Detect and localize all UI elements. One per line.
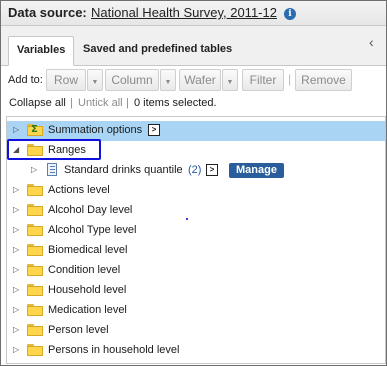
tree-item-label[interactable]: Alcohol Type level [48,224,136,236]
tree-item-label[interactable]: Persons in household level [48,344,179,356]
panel-edge [385,116,386,364]
folder-icon [27,244,43,256]
stray-dot [186,218,188,220]
expand-arrow-icon[interactable]: ▷ [13,245,19,254]
tree-item-label[interactable]: Standard drinks quantile [64,164,183,176]
folder-icon [27,264,43,276]
expand-arrow-icon[interactable]: ▷ [13,265,19,274]
tab-bar: Variables Saved and predefined tables ‹ [1,26,386,66]
data-source-bar: Data source: National Health Survey, 201… [1,1,386,26]
tree-item-label[interactable]: Household level [48,284,126,296]
chevron-down-icon: ▼ [226,79,234,86]
filter-button-label: Filter [249,73,277,87]
untick-all-link[interactable]: Untick all [78,97,123,109]
chevron-down-icon: ▼ [164,79,172,86]
add-wafer-button-label: Wafer [184,73,216,87]
item-count: (2) [188,164,202,176]
expand-arrow-icon[interactable]: ▷ [13,125,19,134]
tree-item-label[interactable]: Actions level [48,184,110,196]
wafer-dropdown-button[interactable]: ▼ [222,69,238,91]
expand-arrow-icon[interactable]: ▷ [13,205,19,214]
tree-item-folder[interactable]: ▷ Alcohol Day level [7,201,385,221]
items-selected-count: 0 items selected. [134,97,217,109]
tree-item-summation-options[interactable]: ▷ Σ Summation options > [7,121,385,141]
folder-icon [27,344,43,356]
expand-arrow-icon[interactable]: ▷ [13,345,19,354]
tree-item-folder[interactable]: ▷ Actions level [7,181,385,201]
add-row-button[interactable]: Row [46,69,86,91]
expand-arrow-icon[interactable]: ▷ [13,325,19,334]
tree-item-folder[interactable]: ▷ Alcohol Type level [7,221,385,241]
expand-arrow-icon[interactable]: ▷ [13,305,19,314]
tree-item-folder[interactable]: ▷ Persons in household level [7,341,385,361]
tree-item-label[interactable]: Summation options [48,124,142,136]
range-document-icon [47,163,57,176]
expand-arrow-icon[interactable]: ▷ [31,165,37,174]
info-icon[interactable]: i [284,8,296,20]
expand-arrow-icon[interactable]: ▷ [13,225,19,234]
tree-item-label[interactable]: Biomedical level [48,244,127,256]
tab-variables[interactable]: Variables [8,36,75,66]
folder-icon [27,224,43,236]
manage-button[interactable]: Manage [229,163,284,178]
options-separator: | [126,97,129,109]
collapse-panel-icon[interactable]: ‹ [369,34,374,50]
folder-icon [27,324,43,336]
add-column-button[interactable]: Column [105,69,159,91]
tree-options-row: Collapse all | Untick all | 0 items sele… [1,95,386,113]
data-source-label: Data source: [8,5,87,20]
add-wafer-button[interactable]: Wafer [179,69,221,91]
remove-button-label: Remove [301,73,346,87]
add-to-toolbar: Add to: Row ▼ Column ▼ Wafer ▼ Filter | … [1,67,386,95]
expand-arrow-icon[interactable]: ▷ [13,185,19,194]
add-to-label: Add to: [8,74,43,86]
tree-item-folder[interactable]: ▷ Medication level [7,301,385,321]
folder-icon [27,184,43,196]
tree-item-folder[interactable]: ▷ Person level [7,321,385,341]
chevron-right-icon[interactable]: > [148,124,160,136]
toolbar-separator: | [288,72,292,86]
data-source-link[interactable]: National Health Survey, 2011-12 [91,5,277,20]
row-dropdown-button[interactable]: ▼ [87,69,103,91]
chevron-right-icon[interactable]: > [206,164,218,176]
tree-item-label[interactable]: Alcohol Day level [48,204,132,216]
variables-panel: Data source: National Health Survey, 201… [0,0,387,366]
tree-item-folder[interactable]: ▷ Household level [7,281,385,301]
collapse-all-link[interactable]: Collapse all [9,97,66,109]
summation-folder-icon: Σ [27,124,43,136]
tree-item-standard-drinks-quantile[interactable]: ▷ Standard drinks quantile (2) > Manage [7,161,385,181]
add-row-button-label: Row [53,73,78,87]
expand-arrow-icon[interactable]: ▷ [13,285,19,294]
folder-icon [27,204,43,216]
column-dropdown-button[interactable]: ▼ [160,69,176,91]
tree-item-folder[interactable]: ▷ Condition level [7,261,385,281]
add-column-button-label: Column [111,73,153,87]
highlight-annotation [7,139,101,160]
remove-button[interactable]: Remove [295,69,352,91]
tree-item-label[interactable]: Person level [48,324,109,336]
tab-saved-and-predefined-tables[interactable]: Saved and predefined tables [75,36,240,64]
tree-item-folder[interactable]: ▷ Biomedical level [7,241,385,261]
folder-icon [27,304,43,316]
filter-button[interactable]: Filter [242,69,284,91]
chevron-down-icon: ▼ [91,79,99,86]
options-separator: | [70,97,73,109]
tree-item-label[interactable]: Condition level [48,264,120,276]
folder-icon [27,284,43,296]
tree-item-label[interactable]: Medication level [48,304,127,316]
